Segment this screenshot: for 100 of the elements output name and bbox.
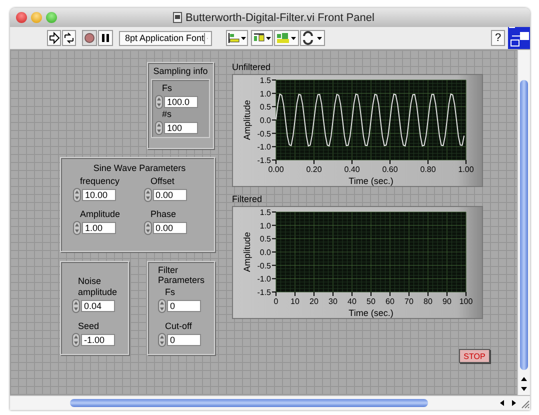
control-label: Phase (150, 209, 178, 220)
tick-label: 10 (290, 297, 300, 306)
reorder-icon[interactable] (300, 30, 325, 46)
help-button[interactable]: ? (491, 30, 505, 46)
tick-label: 30 (328, 297, 338, 306)
tick-label: 1.0 (260, 221, 271, 230)
tick-label: 1.0 (260, 89, 271, 98)
tick-label: 0.0 (260, 248, 271, 257)
increment-decrement-control[interactable] (72, 299, 80, 313)
increment-decrement-control[interactable] (73, 188, 81, 202)
vertical-scrollbar[interactable] (517, 50, 530, 395)
scroll-arrows-icon[interactable] (519, 375, 529, 393)
tick-label: 40 (348, 297, 356, 306)
control-label: Seed (77, 321, 100, 332)
tick-label: 0.80 (420, 165, 436, 174)
increment-decrement-control[interactable] (155, 95, 163, 109)
tick-label: 1.5 (260, 208, 271, 217)
close-button[interactable] (16, 12, 27, 23)
scroll-thumb[interactable] (520, 80, 528, 370)
tick-label: 0.60 (382, 165, 398, 174)
group-title: Filter Parameters (158, 265, 206, 285)
tick-label: 0.00 (268, 165, 284, 174)
numeric-field[interactable]: 0 (167, 300, 201, 312)
tick-label: 70 (404, 297, 414, 306)
increment-decrement-control[interactable] (72, 333, 80, 347)
group-title: Sine Wave Parameters (92, 163, 187, 173)
increment-decrement-control[interactable] (158, 333, 166, 347)
zoom-button[interactable] (46, 12, 57, 23)
control-label: Fs (161, 83, 173, 94)
tick-label: -1.0 (257, 142, 271, 152)
increment-decrement-control[interactable] (144, 188, 152, 202)
run-continuously-icon[interactable] (62, 30, 76, 46)
axis-title: Amplitude (242, 232, 252, 272)
numeric-field[interactable]: 0.04 (81, 300, 115, 312)
numeric-field[interactable]: 10.00 (82, 189, 116, 201)
control-label: Noise amplitude (77, 276, 118, 298)
tick-label: 0.0 (260, 116, 271, 125)
resize-grip-icon[interactable] (519, 398, 530, 408)
graph-label: Unfiltered (232, 61, 272, 73)
tick-label: -0.5 (257, 129, 271, 138)
tick-label: 1.00 (458, 165, 474, 174)
tick-label: 20 (310, 297, 318, 306)
tick-label: -1.5 (257, 288, 271, 297)
control-label: Fs (164, 287, 176, 298)
numeric-field[interactable]: -1.00 (81, 334, 115, 346)
numeric-field[interactable]: 0 (167, 334, 201, 346)
tick-mark (332, 292, 334, 296)
tick-label: 60 (386, 297, 394, 306)
numeric-field[interactable]: 0.00 (152, 189, 186, 201)
font-dropdown[interactable]: 8pt Application Font (119, 30, 212, 46)
increment-decrement-control[interactable] (73, 221, 81, 235)
numeric-field[interactable]: 0.00 (152, 222, 186, 234)
tick-label: 100 (459, 297, 473, 306)
increment-decrement-control[interactable] (158, 299, 166, 313)
tick-mark (446, 292, 448, 296)
tick-mark (272, 238, 276, 240)
abort-icon[interactable] (82, 30, 97, 46)
group-title: Sampling info (152, 66, 209, 76)
tick-label: 90 (442, 297, 452, 306)
tick-label: 80 (424, 297, 432, 306)
control-label: #s (161, 109, 173, 120)
tick-label: 0.40 (344, 165, 360, 174)
tick-label: 0 (274, 297, 278, 306)
tick-label: -1.5 (257, 156, 271, 165)
pause-icon[interactable] (98, 30, 113, 46)
tick-mark (272, 264, 276, 266)
tick-label: 50 (366, 297, 376, 306)
tick-label: 1.5 (260, 76, 271, 85)
increment-decrement-control[interactable] (155, 121, 163, 135)
tick-label: 0.5 (260, 102, 271, 112)
tick-label: 0.5 (260, 234, 271, 244)
tick-mark (272, 106, 276, 108)
tick-label: -0.5 (257, 261, 271, 270)
distribute-icon[interactable] (251, 30, 273, 46)
tick-mark (408, 292, 410, 296)
tick-mark (272, 146, 276, 148)
align-icon[interactable] (226, 30, 248, 46)
increment-decrement-control[interactable] (144, 221, 152, 235)
axis-title: Time (sec.) (348, 176, 394, 186)
tick-mark (294, 292, 296, 296)
tick-label: -1.0 (257, 274, 271, 284)
run-arrow-icon[interactable] (47, 30, 61, 46)
tick-mark (370, 292, 372, 296)
axis-title: Amplitude (242, 100, 252, 140)
numeric-field[interactable]: 100 (164, 122, 198, 134)
tick-mark (272, 278, 276, 280)
graph-label: Filtered (232, 193, 264, 205)
control-label: Cut-off (164, 321, 193, 332)
horizontal-scrollbar[interactable] (10, 395, 530, 410)
control-label: frequency (79, 176, 121, 187)
numeric-field[interactable]: 1.00 (82, 222, 116, 234)
numeric-field[interactable]: 100.0 (164, 96, 198, 108)
tick-mark (272, 132, 276, 134)
document-icon (172, 12, 182, 23)
scroll-thumb[interactable] (70, 399, 428, 407)
tick-mark (272, 224, 276, 226)
tick-mark (272, 92, 276, 94)
control-label: Amplitude (79, 209, 122, 220)
control-label: Offset (150, 176, 176, 187)
axis-title: Time (sec.) (348, 308, 394, 318)
